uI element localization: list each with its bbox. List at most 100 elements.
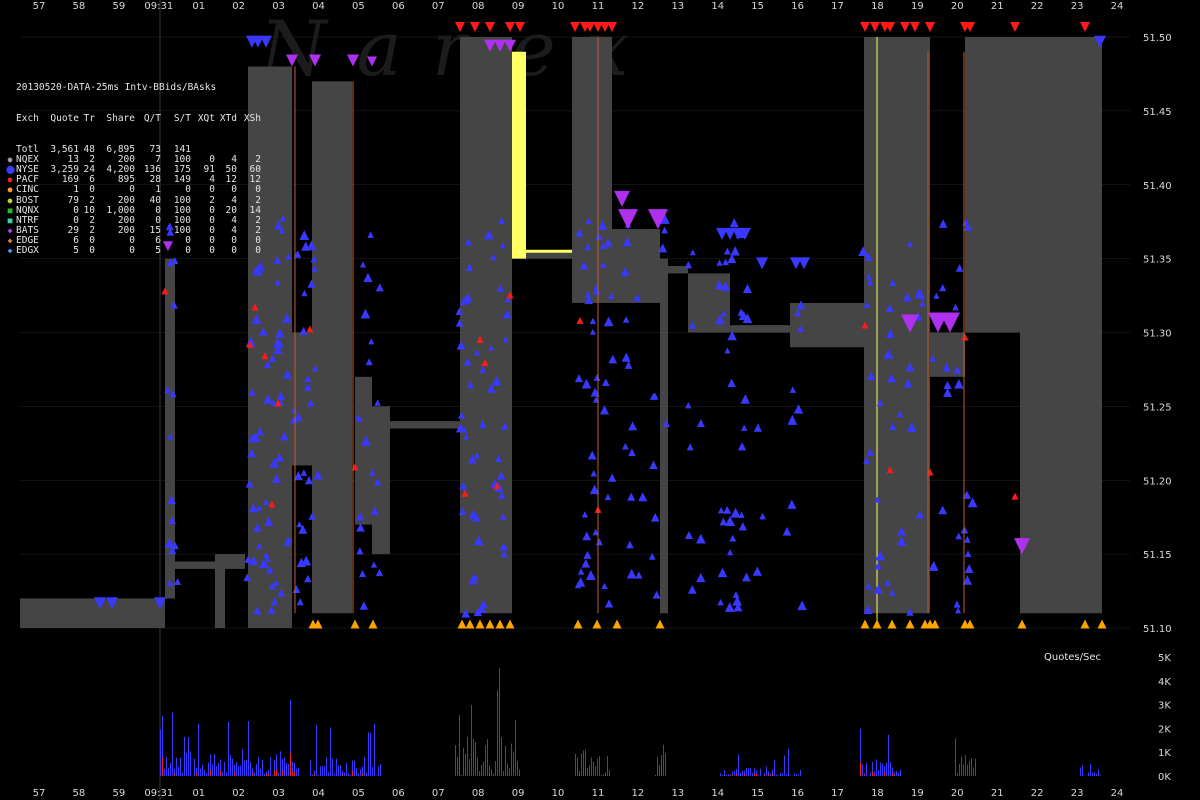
legend-value: 0 xyxy=(129,245,135,257)
nyse-bid-marker xyxy=(304,574,312,583)
volume-bar xyxy=(722,775,723,776)
legend-column-header: Q/T xyxy=(143,113,161,124)
nyse-bid-marker xyxy=(753,423,763,432)
legend-swatch: ◆ xyxy=(7,236,13,246)
nyse-bid-marker xyxy=(628,421,638,431)
volume-bar xyxy=(593,761,594,776)
volume-bar-pacf xyxy=(894,775,895,776)
nyse-bid-marker xyxy=(696,572,706,583)
volume-bar xyxy=(748,768,749,776)
nyse-bid-marker xyxy=(581,378,592,389)
x-tick-label: 15 xyxy=(751,788,764,799)
volume-bar xyxy=(186,753,187,776)
volume-bar xyxy=(786,774,787,776)
legend-column-header: XTd xyxy=(219,113,237,124)
volume-bar xyxy=(655,774,656,776)
nyse-bid-marker xyxy=(365,358,373,366)
y-tick-label: 51.35 xyxy=(1143,255,1172,266)
legend-value: 0 xyxy=(255,245,261,257)
volume-bar xyxy=(372,766,373,776)
y-tick-label: 51.15 xyxy=(1143,550,1172,561)
volume-bar-pacf xyxy=(768,774,769,776)
volume-bar xyxy=(455,745,456,776)
volume-bar-pacf xyxy=(864,775,865,776)
nyse-bid-marker xyxy=(301,289,308,297)
nbbo-band xyxy=(864,37,905,614)
pacf-ask-marker xyxy=(1010,22,1020,32)
volume-bar xyxy=(609,770,610,776)
volume-bar xyxy=(368,732,369,776)
volume-bar xyxy=(358,773,359,776)
volume-bar xyxy=(270,757,271,776)
volume-bar xyxy=(374,723,375,776)
nbbo-band xyxy=(965,37,1020,333)
nyse-bid-marker xyxy=(635,571,643,579)
volume-bar xyxy=(591,757,592,776)
legend-column-header: Tr xyxy=(83,113,95,124)
x-tick-label: 19 xyxy=(911,1,924,12)
legend-value: 0 xyxy=(185,245,191,257)
volume-bar xyxy=(320,766,321,776)
volume-bar xyxy=(188,737,189,776)
volume-bar xyxy=(971,758,972,776)
nyse-bid-marker xyxy=(955,264,964,272)
nyse-bid-marker xyxy=(752,566,763,576)
volume-bar xyxy=(659,764,660,776)
volume-bar-pacf xyxy=(459,757,460,776)
volume-bar xyxy=(886,762,887,776)
x-tick-label: 16 xyxy=(791,1,804,12)
nyse-bid-marker xyxy=(359,601,369,610)
volume-bar xyxy=(328,772,329,776)
volume-bar xyxy=(198,723,199,776)
nyse-bid-marker xyxy=(787,414,798,425)
volume-bar xyxy=(770,773,771,776)
volume-bar xyxy=(332,758,333,776)
volume-bar xyxy=(218,762,219,776)
x-tick-label: 20 xyxy=(951,1,964,12)
volume-bar-pacf xyxy=(210,769,211,776)
x-tick-label: 04 xyxy=(312,1,325,12)
nyse-bid-marker xyxy=(299,326,308,336)
nyse-bid-marker xyxy=(684,531,694,540)
volume-bar xyxy=(477,758,478,776)
volume-bar xyxy=(505,746,506,776)
nyse-bid-marker xyxy=(300,469,308,476)
x-tick-label: 09:31 xyxy=(144,788,173,799)
volume-bar-pacf xyxy=(362,773,363,776)
x-tick-label: 13 xyxy=(671,788,684,799)
nyse-bid-marker xyxy=(723,247,731,255)
volume-bar xyxy=(336,758,337,776)
nyse-bid-marker xyxy=(650,512,660,522)
volume-bar xyxy=(752,772,753,776)
nbbo-band xyxy=(1020,37,1102,614)
volume-bar xyxy=(1098,769,1099,776)
volume-tick-label: 4K xyxy=(1158,677,1171,688)
volume-bar xyxy=(338,765,339,776)
x-tick-label: 07 xyxy=(432,788,445,799)
y-tick-label: 51.40 xyxy=(1143,181,1172,192)
nyse-bid-marker xyxy=(741,572,751,582)
volume-bar xyxy=(286,762,287,776)
volume-bar xyxy=(224,762,225,776)
volume-bar xyxy=(1082,765,1083,776)
nbbo-band xyxy=(660,258,668,614)
volume-bar xyxy=(720,773,721,776)
volume-bar-pacf xyxy=(268,774,269,776)
volume-bar xyxy=(463,747,464,776)
x-tick-label: 01 xyxy=(192,1,205,12)
quotes-per-sec-bars xyxy=(160,668,1101,776)
y-tick-label: 51.30 xyxy=(1143,329,1172,340)
volume-bar xyxy=(316,725,317,776)
x-tick-label: 19 xyxy=(911,788,924,799)
volume-bar xyxy=(166,757,167,776)
x-tick-label: 18 xyxy=(871,1,884,12)
nyse-bid-marker xyxy=(174,577,182,585)
volume-bar xyxy=(250,761,251,776)
volume-bar xyxy=(160,729,161,776)
volume-bar xyxy=(896,771,897,776)
volume-bar xyxy=(461,774,462,776)
volume-bar xyxy=(258,757,259,776)
volume-bar xyxy=(222,771,223,776)
nyse-bid-marker xyxy=(649,460,658,470)
nyse-bid-marker xyxy=(608,473,617,482)
